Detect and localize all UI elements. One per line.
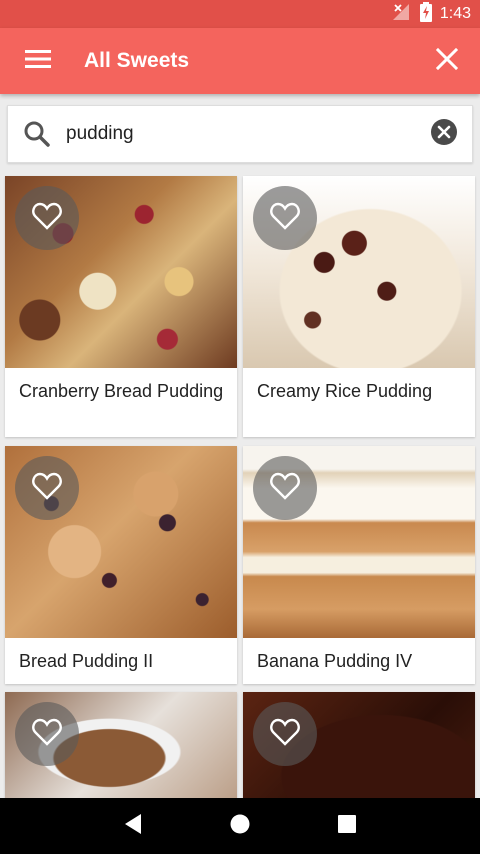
recipe-title: Creamy Rice Pudding	[257, 381, 433, 401]
recipe-card[interactable]: Cranberry Bread Pudding	[5, 176, 237, 437]
search-icon[interactable]	[8, 120, 66, 148]
favorite-button[interactable]	[253, 702, 317, 766]
favorite-button[interactable]	[253, 456, 317, 520]
close-button[interactable]	[414, 28, 480, 94]
recents-button[interactable]	[317, 798, 377, 854]
heart-outline-icon	[32, 202, 62, 235]
clear-search-button[interactable]	[416, 118, 472, 151]
hamburger-menu-icon	[25, 49, 51, 74]
recipe-card[interactable]: Bread Pudding II	[5, 446, 237, 684]
favorite-button[interactable]	[15, 702, 79, 766]
back-icon	[123, 813, 143, 840]
recipe-title: Bread Pudding II	[19, 651, 154, 671]
no-signal-icon	[392, 3, 410, 26]
clear-circle-icon	[430, 118, 458, 151]
recipe-title: Banana Pudding IV	[257, 651, 413, 671]
close-icon	[435, 47, 459, 75]
recipe-card[interactable]: Banana Pudding IV	[243, 446, 475, 684]
recents-icon	[337, 814, 357, 839]
navigation-bar	[0, 798, 480, 854]
heart-outline-icon	[32, 718, 62, 751]
recipe-card[interactable]: Creamy Rice Pudding	[243, 176, 475, 437]
status-time: 1:43	[439, 5, 471, 22]
recipe-card[interactable]	[243, 692, 475, 812]
back-button[interactable]	[103, 798, 163, 854]
favorite-button[interactable]	[15, 456, 79, 520]
home-button[interactable]	[210, 798, 270, 854]
search-box	[7, 105, 473, 163]
page-title: All Sweets	[84, 49, 190, 72]
favorite-button[interactable]	[253, 186, 317, 250]
favorite-button[interactable]	[15, 186, 79, 250]
heart-outline-icon	[270, 472, 300, 505]
home-icon	[229, 813, 251, 840]
battery-charging-icon	[419, 1, 432, 27]
heart-outline-icon	[32, 472, 62, 505]
heart-outline-icon	[270, 718, 300, 751]
search-input[interactable]	[66, 114, 416, 154]
status-bar: 1:43	[0, 0, 480, 28]
menu-button[interactable]	[0, 28, 76, 94]
recipe-card[interactable]	[5, 692, 237, 812]
heart-outline-icon	[270, 202, 300, 235]
recipe-title: Cranberry Bread Pudding	[19, 381, 224, 401]
app-bar: All Sweets	[0, 28, 480, 94]
